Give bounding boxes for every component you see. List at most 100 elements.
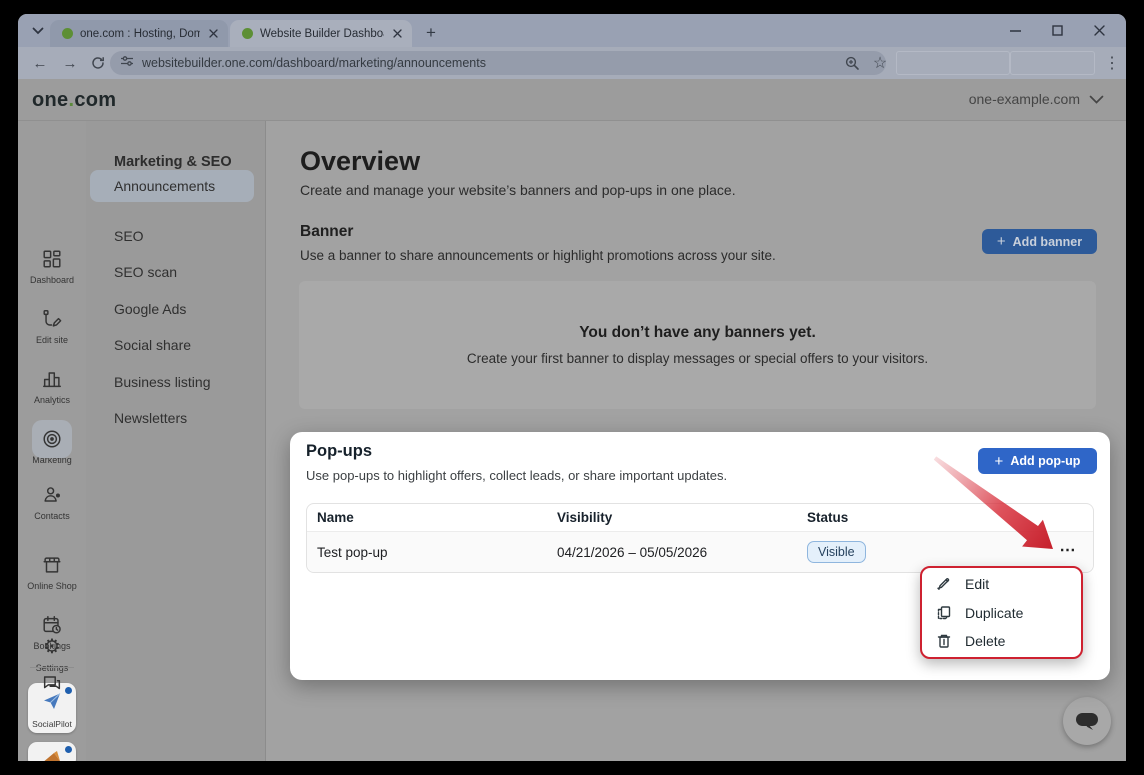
sidebar-item-label: Dashboard xyxy=(30,275,74,285)
zoom-icon[interactable] xyxy=(840,51,864,75)
column-header-visibility: Visibility xyxy=(557,510,807,525)
add-banner-button[interactable]: + Add banner xyxy=(982,229,1097,254)
one-com-logo: one.com xyxy=(32,89,116,112)
sidebar-item-contacts[interactable]: Contacts xyxy=(18,483,86,521)
empty-state-title: You don’t have any banners yet. xyxy=(579,324,816,342)
tab-one-com[interactable]: one.com : Hosting, Domain, Em xyxy=(50,20,228,47)
profile-area[interactable] xyxy=(1010,51,1095,75)
column-header-status: Status xyxy=(807,510,1007,525)
menu-item-duplicate[interactable]: Duplicate xyxy=(922,601,1081,625)
tab-favicon-icon xyxy=(62,28,73,39)
sidebar-app-partial[interactable] xyxy=(28,742,76,761)
marketing-nav: Marketing & SEO Announcements SEO SEO sc… xyxy=(86,121,266,761)
tab-title: one.com : Hosting, Domain, Em xyxy=(80,28,200,40)
sidebar-item-analytics[interactable]: Analytics xyxy=(18,367,86,405)
sidebar-item-label: Edit site xyxy=(36,335,68,345)
sidebar-item-label: Online Shop xyxy=(27,581,77,591)
sidebar-item-marketing[interactable]: Marketing xyxy=(18,427,86,465)
settings-gear-icon: ⚙ xyxy=(40,635,64,659)
tab-title: Website Builder Dashboard xyxy=(260,28,384,40)
tab-close-icon[interactable] xyxy=(390,27,404,41)
reload-icon[interactable] xyxy=(86,51,110,75)
trash-icon xyxy=(936,633,952,649)
nav-item-seo-scan[interactable]: SEO scan xyxy=(114,264,177,280)
site-settings-icon[interactable] xyxy=(120,54,134,73)
browser-window: one.com : Hosting, Domain, Em Website Bu… xyxy=(18,14,1126,761)
url-text: websitebuilder.one.com/dashboard/marketi… xyxy=(142,56,486,70)
popup-name: Test pop-up xyxy=(307,545,557,560)
nav-section-title: Marketing & SEO xyxy=(114,154,232,170)
app-header: one.com one-example.com xyxy=(18,79,1126,121)
menu-item-delete[interactable]: Delete xyxy=(922,629,1081,653)
plus-icon: + xyxy=(995,454,1004,469)
tab-search-chevron-icon[interactable] xyxy=(26,22,50,40)
banner-section-subtitle: Use a banner to share announcements or h… xyxy=(300,248,776,263)
forward-icon[interactable]: → xyxy=(58,51,82,75)
page-subtitle: Create and manage your website’s banners… xyxy=(300,182,736,198)
more-options-button[interactable]: ⋯ xyxy=(1055,540,1081,562)
pencil-icon xyxy=(936,576,952,592)
tab-close-icon[interactable] xyxy=(206,27,220,41)
main-content: Overview Create and manage your website’… xyxy=(266,121,1126,761)
address-bar[interactable]: websitebuilder.one.com/dashboard/marketi… xyxy=(110,51,886,75)
nav-item-seo[interactable]: SEO xyxy=(114,228,144,244)
menu-item-edit[interactable]: Edit xyxy=(922,572,1081,596)
chat-bubble-icon xyxy=(1072,708,1102,734)
app-logo-icon xyxy=(40,749,64,761)
maximize-button[interactable] xyxy=(1038,16,1076,45)
popups-section-subtitle: Use pop-ups to highlight offers, collect… xyxy=(306,468,727,483)
sidebar-item-dashboard[interactable]: Dashboard xyxy=(18,247,86,285)
domain-name: one-example.com xyxy=(969,91,1080,107)
edit-site-icon xyxy=(40,307,64,331)
inbox-icon xyxy=(40,671,64,695)
page-title: Overview xyxy=(300,146,420,177)
browser-menu-icon[interactable]: ⋮ xyxy=(1100,51,1124,75)
app-label: SocialPilot xyxy=(28,719,76,729)
plus-icon: + xyxy=(426,23,436,43)
banner-empty-state: You don’t have any banners yet. Create y… xyxy=(299,281,1096,409)
sidebar-item-label: Analytics xyxy=(34,395,70,405)
browser-titlebar: one.com : Hosting, Domain, Em Website Bu… xyxy=(18,14,1126,47)
close-button[interactable] xyxy=(1080,16,1118,45)
marketing-icon xyxy=(40,427,64,451)
sidebar-divider xyxy=(30,667,74,668)
tab-favicon-icon xyxy=(242,28,253,39)
back-icon[interactable]: ← xyxy=(28,51,52,75)
nav-item-announcements[interactable]: Announcements xyxy=(114,178,215,194)
window-controls xyxy=(996,16,1118,45)
nav-item-business-listing[interactable]: Business listing xyxy=(114,374,211,390)
popups-section-title: Pop-ups xyxy=(306,442,372,461)
bookmark-star-icon[interactable]: ☆ xyxy=(868,51,892,75)
minimize-button[interactable] xyxy=(996,16,1034,45)
dashboard-icon xyxy=(40,247,64,271)
nav-item-social-share[interactable]: Social share xyxy=(114,337,191,353)
bookings-icon xyxy=(40,613,64,637)
plus-icon: + xyxy=(997,234,1006,249)
domain-selector[interactable]: one-example.com xyxy=(969,91,1104,107)
chat-launcher-button[interactable] xyxy=(1063,697,1111,745)
screenshot-root: one.com : Hosting, Domain, Em Website Bu… xyxy=(0,0,1144,775)
extensions-area[interactable] xyxy=(896,51,1010,75)
contacts-icon xyxy=(40,483,64,507)
popups-table: Name Visibility Status Test pop-up 04/21… xyxy=(306,503,1094,573)
row-context-menu: Edit Duplicate Delete xyxy=(920,566,1083,659)
popup-visibility: 04/21/2026 – 05/05/2026 xyxy=(557,545,807,560)
sidebar-item-online-shop[interactable]: Online Shop xyxy=(18,553,86,591)
sidebar-item-edit-site[interactable]: Edit site xyxy=(18,307,86,345)
empty-state-subtitle: Create your first banner to display mess… xyxy=(467,351,928,366)
table-header-row: Name Visibility Status xyxy=(307,504,1093,532)
online-shop-icon xyxy=(40,553,64,577)
chevron-down-icon xyxy=(1089,95,1104,104)
banner-section-title: Banner xyxy=(300,223,353,241)
notification-dot xyxy=(65,746,72,753)
new-tab-button[interactable]: + xyxy=(420,22,442,44)
add-popup-button[interactable]: + Add pop-up xyxy=(978,448,1097,474)
duplicate-icon xyxy=(936,605,952,621)
nav-item-newsletters[interactable]: Newsletters xyxy=(114,410,187,426)
tab-website-builder-dashboard[interactable]: Website Builder Dashboard xyxy=(230,20,412,47)
column-header-name: Name xyxy=(307,510,557,525)
nav-item-google-ads[interactable]: Google Ads xyxy=(114,301,186,317)
status-badge: Visible xyxy=(807,541,866,563)
analytics-icon xyxy=(40,367,64,391)
browser-toolbar: ← → websitebuilder.one.com/dashboard/mar… xyxy=(18,47,1126,79)
